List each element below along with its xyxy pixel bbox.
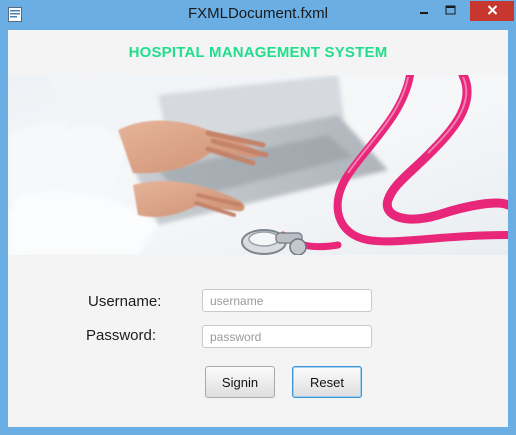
signin-button[interactable]: Signin (205, 366, 275, 398)
app-window: FXMLDocument.fxml HOSPITAL MANAGEMENT SY… (0, 0, 516, 435)
page-title: HOSPITAL MANAGEMENT SYSTEM (128, 44, 388, 61)
minimize-icon (419, 2, 429, 20)
maximize-icon (445, 2, 456, 20)
close-icon (487, 2, 498, 20)
login-panel: HOSPITAL MANAGEMENT SYSTEM Username: use… (8, 30, 508, 427)
maximize-button[interactable] (437, 1, 463, 20)
password-input[interactable] (202, 325, 372, 348)
password-label: Password: (86, 327, 157, 344)
reset-button[interactable]: Reset (292, 366, 362, 398)
minimize-button[interactable] (411, 1, 437, 20)
banner-image (8, 75, 508, 255)
close-button[interactable] (470, 1, 514, 21)
username-input[interactable] (202, 289, 372, 312)
username-label: Username: (88, 293, 162, 310)
title-bar[interactable]: FXMLDocument.fxml (0, 0, 516, 30)
